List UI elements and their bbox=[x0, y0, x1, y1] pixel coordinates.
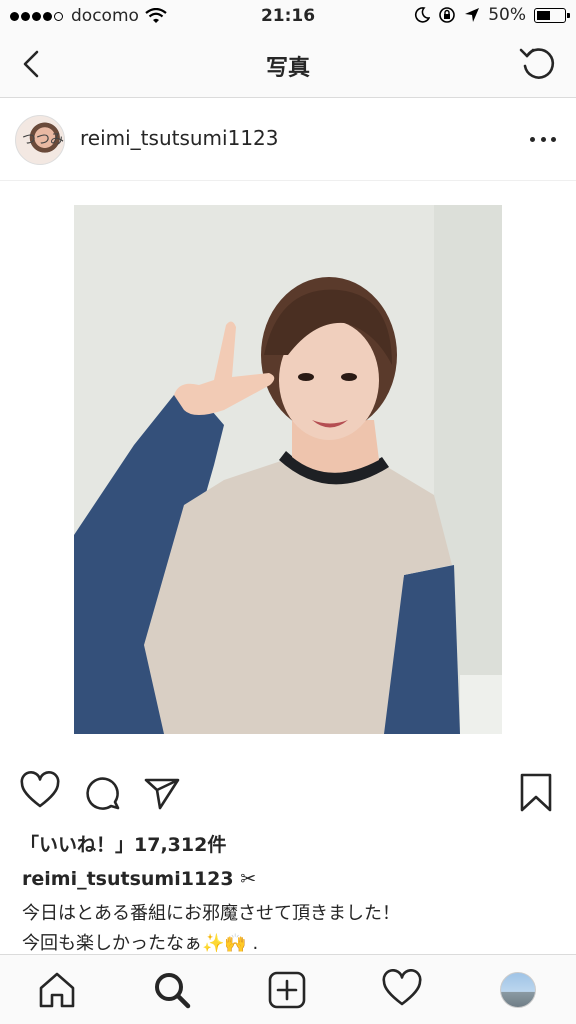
send-icon[interactable] bbox=[140, 770, 184, 814]
post-username[interactable]: reimi_tsutsumi1123 bbox=[80, 126, 279, 150]
status-bar: docomo 21:16 50% bbox=[0, 0, 576, 32]
search-icon[interactable] bbox=[151, 969, 193, 1011]
photo-illustration bbox=[74, 205, 502, 734]
navigation-bar: 写真 bbox=[0, 32, 576, 98]
moon-icon bbox=[415, 7, 431, 23]
bookmark-icon[interactable] bbox=[514, 770, 558, 814]
tab-bar bbox=[0, 954, 576, 1024]
caption-header: reimi_tsutsumi1123 ✂ bbox=[22, 868, 256, 890]
caption-text-line-2: 今回も楽しかったなぁ✨🙌 . bbox=[22, 933, 259, 954]
rotation-lock-icon bbox=[439, 7, 456, 23]
battery-fill bbox=[537, 10, 550, 20]
caption-scissors-emoji: ✂ bbox=[240, 868, 257, 890]
add-post-icon[interactable] bbox=[266, 969, 308, 1011]
heart-icon[interactable] bbox=[18, 770, 62, 814]
like-count[interactable]: 「いいね！」17,312件 bbox=[20, 830, 226, 857]
status-right: 50% bbox=[414, 5, 570, 25]
profile-avatar[interactable] bbox=[500, 972, 536, 1008]
page-title: 写真 bbox=[265, 56, 310, 81]
comment-icon[interactable] bbox=[80, 770, 124, 814]
battery-percent: 50% bbox=[488, 5, 526, 25]
home-icon[interactable] bbox=[36, 969, 78, 1011]
location-arrow-icon bbox=[465, 8, 480, 22]
avatar[interactable]: つつみ bbox=[15, 115, 65, 165]
refresh-icon[interactable] bbox=[518, 44, 558, 84]
avatar-text: つつみ bbox=[22, 132, 64, 148]
more-horizontal-icon[interactable] bbox=[530, 127, 556, 151]
battery-icon bbox=[534, 7, 570, 23]
post-actions bbox=[0, 770, 576, 820]
caption-username[interactable]: reimi_tsutsumi1123 bbox=[22, 868, 234, 890]
activity-heart-icon[interactable] bbox=[381, 969, 423, 1011]
caption-text-line-1: 今日はとある番組にお邪魔させて頂きました！ bbox=[22, 903, 400, 924]
post-header: つつみ reimi_tsutsumi1123 bbox=[0, 99, 576, 181]
post-photo[interactable] bbox=[74, 205, 502, 734]
